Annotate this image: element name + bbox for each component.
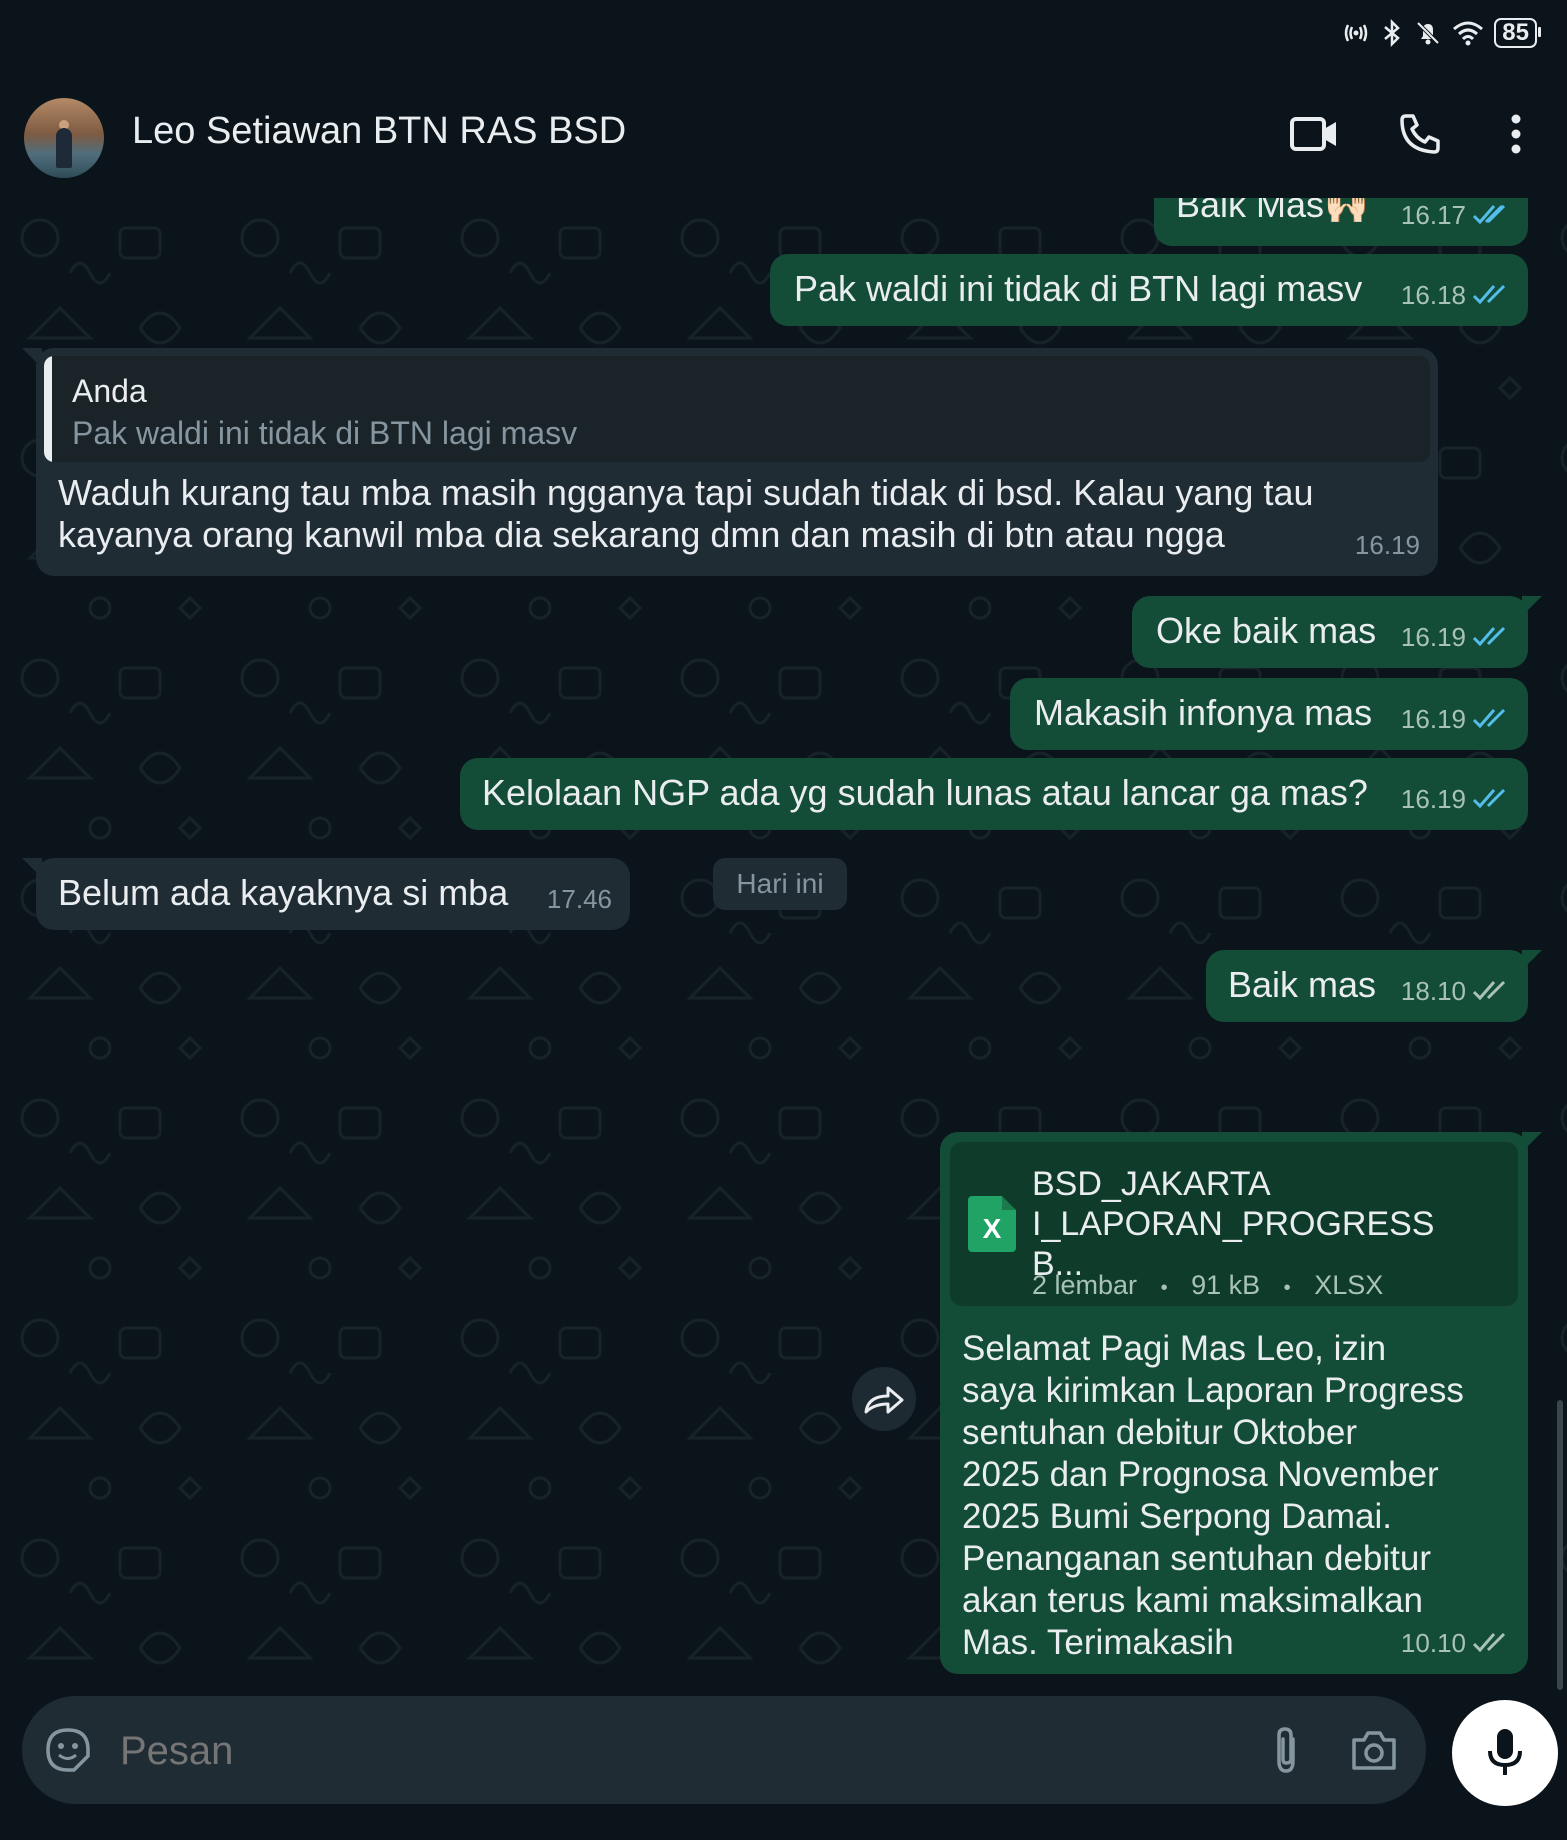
- message-meta: 10.10: [1401, 1622, 1510, 1664]
- document-caption: Selamat Pagi Mas Leo, izin saya kirimkan…: [962, 1328, 1464, 1664]
- date-divider: Hari ini: [713, 858, 847, 910]
- sticker-icon: [46, 1728, 90, 1772]
- message-outgoing-document[interactable]: X BSD_JAKARTA I_LAPORAN_PROGRESS B... 2 …: [940, 1132, 1542, 1674]
- caption-line: sentuhan debitur Oktober: [962, 1413, 1357, 1452]
- forward-button[interactable]: [852, 1367, 916, 1431]
- camera-icon: [1352, 1731, 1396, 1770]
- bluetooth-icon: [1384, 19, 1401, 47]
- mic-icon: [1488, 1729, 1522, 1775]
- quoted-message[interactable]: Anda Pak waldi ini tidak di BTN lagi mas…: [44, 356, 1430, 462]
- document-pages: 2 lembar: [1032, 1270, 1138, 1300]
- message-incoming-reply[interactable]: Anda Pak waldi ini tidak di BTN lagi mas…: [22, 348, 1438, 576]
- message-outgoing[interactable]: Baik mas 18.10: [1206, 950, 1542, 1022]
- message-text: Belum ada kayaknya si mba: [58, 872, 509, 913]
- message-meta: 17.46: [547, 878, 612, 920]
- message-text: Baik mas: [1228, 964, 1377, 1005]
- document-card[interactable]: X BSD_JAKARTA I_LAPORAN_PROGRESS B... 2 …: [950, 1142, 1518, 1306]
- document-size: 91 kB: [1191, 1270, 1261, 1300]
- status-icons: 85: [1342, 18, 1541, 48]
- message-outgoing[interactable]: Makasih infonya mas 16.19: [1010, 678, 1528, 750]
- message-outgoing[interactable]: Pak waldi ini tidak di BTN lagi masv 16.…: [770, 254, 1528, 326]
- message-time: 16.19: [1400, 622, 1466, 652]
- double-check-icon: [1472, 980, 1506, 1001]
- message-text: Baik Mas🙌🏻: [1176, 198, 1369, 225]
- voice-message-button[interactable]: [1452, 1700, 1558, 1806]
- double-check-icon: [1472, 204, 1506, 225]
- quote-author: Anda: [72, 373, 147, 409]
- message-text: Oke baik mas: [1156, 610, 1377, 651]
- message-meta: 16.17: [1401, 198, 1510, 236]
- status-bar: 85: [0, 0, 1567, 70]
- double-check-icon: [1472, 284, 1506, 305]
- caption-line: akan terus kami maksimalkan: [962, 1581, 1423, 1620]
- meta-separator: •: [1160, 1277, 1168, 1299]
- message-meta: 16.19: [1401, 778, 1510, 820]
- message-time: 16.17: [1400, 200, 1466, 230]
- battery-indicator: 85: [1494, 18, 1541, 48]
- message-text: Pak waldi ini tidak di BTN lagi masv: [794, 268, 1363, 309]
- document-type: XLSX: [1314, 1270, 1384, 1300]
- more-vert-icon: [1511, 114, 1521, 154]
- caption-line: Selamat Pagi Mas Leo, izin: [962, 1329, 1387, 1368]
- message-input[interactable]: [118, 1720, 1022, 1782]
- message-meta: 16.19: [1401, 616, 1510, 658]
- message-time: 17.46: [546, 884, 612, 914]
- message-text: Kelolaan NGP ada yg sudah lunas atau lan…: [482, 772, 1368, 813]
- forward-icon: [864, 1386, 904, 1414]
- double-check-icon: [1472, 1632, 1506, 1653]
- caption-line: 2025 Bumi Serpong Damai.: [962, 1497, 1392, 1536]
- video-call-icon: [1290, 117, 1336, 151]
- message-time: 16.19: [1354, 530, 1420, 560]
- wifi-icon: [1453, 21, 1484, 46]
- message-meta: 16.19: [1355, 524, 1420, 566]
- caption-line: Penanganan sentuhan debitur: [962, 1539, 1432, 1578]
- caption-line: Mas. Terimakasih: [962, 1623, 1234, 1662]
- quote-text: Pak waldi ini tidak di BTN lagi masv: [72, 415, 578, 451]
- nfc-icon: [1345, 24, 1368, 42]
- message-meta: 16.18: [1401, 274, 1510, 316]
- chat-area[interactable]: Baik Mas🙌🏻 16.17 Pak waldi ini tidak di …: [0, 198, 1567, 1696]
- message-outgoing[interactable]: Kelolaan NGP ada yg sudah lunas atau lan…: [460, 758, 1528, 830]
- message-meta: 18.10: [1401, 970, 1510, 1012]
- document-name-line: BSD_JAKARTA: [1032, 1165, 1271, 1203]
- chat-header: Leo Setiawan BTN RAS BSD: [0, 70, 1567, 198]
- sticker-button[interactable]: [38, 1720, 98, 1780]
- caption-line: saya kirimkan Laporan Progress: [962, 1371, 1464, 1410]
- message-text: Makasih infonya mas: [1034, 692, 1373, 733]
- message-time: 18.10: [1400, 976, 1466, 1006]
- message-incoming[interactable]: Belum ada kayaknya si mba 17.46: [22, 858, 630, 930]
- double-check-icon: [1472, 788, 1506, 809]
- spreadsheet-icon: X: [968, 1196, 1016, 1252]
- camera-button[interactable]: [1344, 1720, 1404, 1780]
- caption-line: 2025 dan Prognosa November: [962, 1455, 1439, 1494]
- message-time: 10.10: [1400, 1628, 1466, 1658]
- message-time: 16.18: [1400, 280, 1466, 310]
- meta-separator: •: [1283, 1277, 1291, 1299]
- contact-name[interactable]: Leo Setiawan BTN RAS BSD: [132, 110, 626, 153]
- voice-call-button[interactable]: [1390, 104, 1450, 164]
- message-time: 16.19: [1400, 704, 1466, 734]
- message-outgoing[interactable]: Oke baik mas 16.19: [1132, 596, 1542, 668]
- message-time: 16.19: [1400, 784, 1466, 814]
- message-meta: 16.19: [1401, 698, 1510, 740]
- scrollbar[interactable]: [1557, 1400, 1563, 1690]
- more-options-button[interactable]: [1486, 104, 1546, 164]
- double-check-icon: [1472, 708, 1506, 729]
- avatar[interactable]: [24, 98, 104, 178]
- double-check-icon: [1472, 626, 1506, 647]
- message-text-line: kayanya orang kanwil mba dia sekarang dm…: [58, 514, 1225, 555]
- phone-icon: [1400, 114, 1440, 154]
- message-input-bar: [22, 1696, 1426, 1804]
- bell-off-icon: [1416, 21, 1440, 45]
- attach-button[interactable]: [1256, 1720, 1316, 1780]
- video-call-button[interactable]: [1284, 104, 1344, 164]
- message-text-line: Waduh kurang tau mba masih ngganya tapi …: [58, 472, 1314, 513]
- document-meta: 2 lembar • 91 kB • XLSX: [1032, 1264, 1383, 1309]
- paperclip-icon: [1277, 1727, 1295, 1773]
- message-outgoing[interactable]: Baik Mas🙌🏻 16.17: [1154, 198, 1528, 246]
